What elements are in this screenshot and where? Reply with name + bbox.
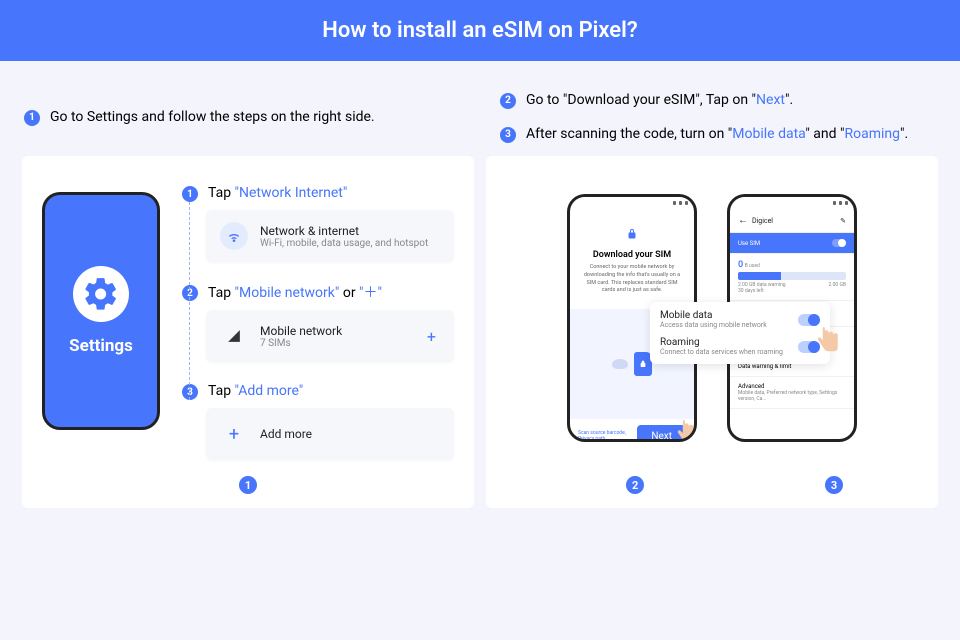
settings-label: Settings <box>69 336 133 356</box>
substep-badge-3: 3 <box>182 384 198 400</box>
panel-steps-2-3: Download your SIM Connect to your mobile… <box>486 156 938 508</box>
status-bar <box>730 197 854 209</box>
card-title: Network & internet <box>260 224 428 238</box>
intro-step-3-text: After scanning the code, turn on "Mobile… <box>526 125 908 145</box>
step-connector-line <box>189 202 190 400</box>
roaming-subtitle: Connect to data services when roaming <box>660 348 783 356</box>
roaming-toggle-row[interactable]: Roaming Connect to data services when ro… <box>660 337 820 356</box>
carrier-header: ← Digicel ✎ <box>730 209 854 233</box>
settings-phone-mock: Settings <box>42 192 160 430</box>
page-title: How to install an eSIM on Pixel? <box>0 0 960 61</box>
intro-step-1-text: Go to Settings and follow the steps on t… <box>50 108 375 128</box>
data-usage-row: 0 B used 2.00 GB data warning2.00 GB 30 … <box>730 254 854 301</box>
gear-icon <box>73 266 129 322</box>
download-sim-title: Download your SIM <box>580 250 684 260</box>
plus-icon[interactable]: + <box>423 327 440 346</box>
intro-step-3: 3 After scanning the code, turn on "Mobi… <box>500 125 936 145</box>
plus-icon: + <box>220 420 248 448</box>
network-internet-card[interactable]: Network & internet Wi-Fi, mobile, data u… <box>206 210 454 262</box>
card-title: Mobile network <box>260 324 342 338</box>
add-more-card[interactable]: + Add more <box>206 408 454 460</box>
wifi-icon <box>220 222 248 250</box>
card-subtitle: Wi-Fi, mobile, data usage, and hotspot <box>260 238 428 249</box>
badge-1: 1 <box>24 110 40 126</box>
back-arrow-icon[interactable]: ← <box>738 215 748 226</box>
mobile-data-roaming-popup: Mobile data Access data using mobile net… <box>650 302 830 364</box>
mobile-data-subtitle: Access data using mobile network <box>660 321 767 329</box>
substep-2-text: Tap "Mobile network" or "＋" <box>208 282 382 302</box>
mobile-data-toggle-row[interactable]: Mobile data Access data using mobile net… <box>660 310 820 329</box>
panel-number-badge: 3 <box>825 476 843 494</box>
intro-step-2: 2 Go to "Download your eSIM", Tap on "Ne… <box>500 91 936 111</box>
scan-barcode-link[interactable]: Scan source barcode, Privacy path <box>578 430 637 442</box>
lock-icon <box>580 225 684 244</box>
card-subtitle: 7 SIMs <box>260 338 342 349</box>
substep-3: 3 Tap "Add more" + Add more <box>182 382 454 460</box>
status-bar <box>570 197 694 209</box>
panel-number-badge: 2 <box>626 476 644 494</box>
mobile-network-card[interactable]: Mobile network 7 SIMs + <box>206 310 454 362</box>
badge-3: 3 <box>500 127 516 143</box>
substep-1-text: Tap "Network Internet" <box>208 185 347 201</box>
advanced-row[interactable]: Advanced Mobile data, Preferred network … <box>730 377 854 409</box>
roaming-title: Roaming <box>660 337 783 348</box>
substep-badge-2: 2 <box>182 285 198 301</box>
panel-step-1: Settings 1 Tap "Network Internet" Networ… <box>22 156 474 508</box>
cloud-icon <box>612 359 628 369</box>
toggle-on-icon[interactable] <box>832 239 846 247</box>
card-title: Add more <box>260 427 312 441</box>
badge-2: 2 <box>500 93 516 109</box>
substep-badge-1: 1 <box>182 186 198 202</box>
intro-step-2-text: Go to "Download your eSIM", Tap on "Next… <box>526 91 793 111</box>
substep-1: 1 Tap "Network Internet" Network & inter… <box>182 184 454 262</box>
mobile-data-title: Mobile data <box>660 310 767 321</box>
pointing-hand-icon <box>670 415 697 442</box>
pointing-hand-icon <box>810 322 846 358</box>
instructions-row: 1 Go to Settings and follow the steps on… <box>0 61 960 156</box>
intro-step-1: 1 Go to Settings and follow the steps on… <box>24 108 375 128</box>
use-sim-toggle-row[interactable]: Use SIM <box>730 233 854 254</box>
download-sim-description: Connect to your mobile network by downlo… <box>580 264 684 295</box>
panel-number-badge: 1 <box>239 476 257 494</box>
signal-icon <box>220 322 248 350</box>
edit-icon[interactable]: ✎ <box>840 217 846 225</box>
substep-3-text: Tap "Add more" <box>208 383 303 399</box>
substep-2: 2 Tap "Mobile network" or "＋" Mobile net… <box>182 282 454 362</box>
